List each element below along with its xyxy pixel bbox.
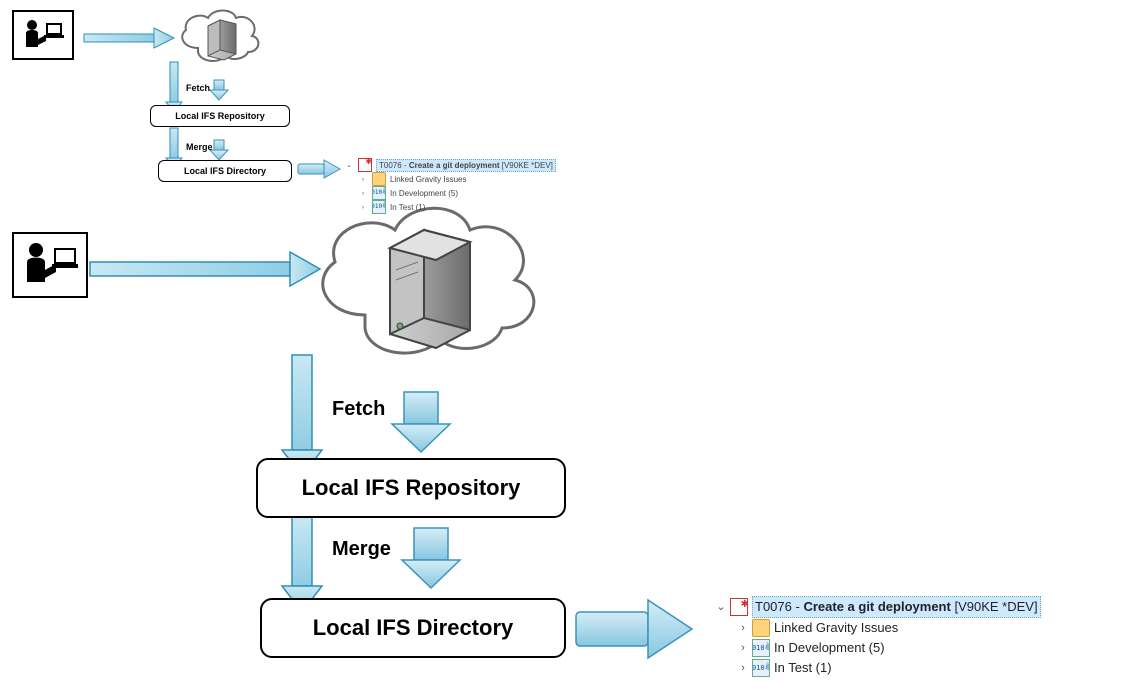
chevron-right-icon: ›: [738, 658, 748, 678]
chevron-down-icon: ⌄: [716, 597, 726, 617]
tree-small: ⌄ T0076 - Create a git deployment [V90KE…: [344, 158, 556, 214]
box-local-dir-large-text: Local IFS Directory: [313, 615, 514, 641]
arrow-fetch-small: [210, 80, 228, 100]
tree-child-1: In Development (5): [390, 188, 458, 199]
arrow-merge-large: [402, 528, 460, 588]
box-local-dir-small: Local IFS Directory: [158, 160, 292, 182]
arrow-user-cloud-small: [84, 28, 174, 48]
tree-child-2-lg: In Test (1): [774, 658, 832, 678]
task-icon: [730, 598, 748, 616]
chevron-right-icon: ›: [358, 202, 368, 213]
box-local-repo-small: Local IFS Repository: [150, 105, 290, 127]
box-local-repo-large: Local IFS Repository: [256, 458, 566, 518]
binary-file-icon: [752, 659, 770, 677]
people-icon: [752, 619, 770, 637]
tree-root-title-lg: Create a git deployment: [803, 599, 950, 614]
arrow-merge-small: [210, 140, 228, 160]
tree-child-0: Linked Gravity Issues: [390, 174, 466, 185]
cloud-large: [323, 208, 534, 353]
tree-root-env-lg: [V90KE *DEV]: [954, 599, 1037, 614]
people-icon: [372, 172, 386, 186]
tree-root-id-lg: T0076: [755, 599, 792, 614]
binary-file-icon: [752, 639, 770, 657]
tree-root-id: T0076: [379, 161, 402, 170]
chevron-right-icon: ›: [358, 188, 368, 199]
chevron-right-icon: ›: [738, 638, 748, 658]
tree-child-0-lg: Linked Gravity Issues: [774, 618, 898, 638]
tree-child-1-lg: In Development (5): [774, 638, 885, 658]
user-icon-large: [12, 232, 88, 298]
arrow-user-cloud-large: [90, 252, 320, 286]
tree-large: ⌄ T0076 - Create a git deployment [V90KE…: [716, 596, 1041, 678]
label-merge-small: Merge: [186, 142, 213, 152]
arrow-dir-tree-large: [576, 600, 692, 658]
box-local-dir-large: Local IFS Directory: [260, 598, 566, 658]
chevron-down-icon: ⌄: [344, 160, 354, 171]
arrow-dir-tree-small: [298, 160, 340, 178]
tree-child-2: In Test (1): [390, 202, 425, 213]
label-merge-large: Merge: [332, 538, 391, 561]
tree-root-env: [V90KE *DEV]: [502, 161, 553, 170]
binary-file-icon: [372, 186, 386, 200]
task-icon: [358, 158, 372, 172]
cloud-small: [182, 11, 258, 61]
label-fetch-large: Fetch: [332, 398, 385, 421]
binary-file-icon: [372, 200, 386, 214]
chevron-right-icon: ›: [738, 618, 748, 638]
box-local-dir-small-text: Local IFS Directory: [184, 166, 266, 176]
tree-root-title: Create a git deployment: [409, 161, 500, 170]
user-icon-small: [12, 10, 74, 60]
arrow-fetch-large: [392, 392, 450, 452]
box-local-repo-small-text: Local IFS Repository: [175, 111, 265, 121]
diagram-svg: [0, 0, 1147, 692]
box-local-repo-large-text: Local IFS Repository: [302, 475, 521, 501]
chevron-right-icon: ›: [358, 174, 368, 185]
label-fetch-small: Fetch: [186, 83, 210, 93]
